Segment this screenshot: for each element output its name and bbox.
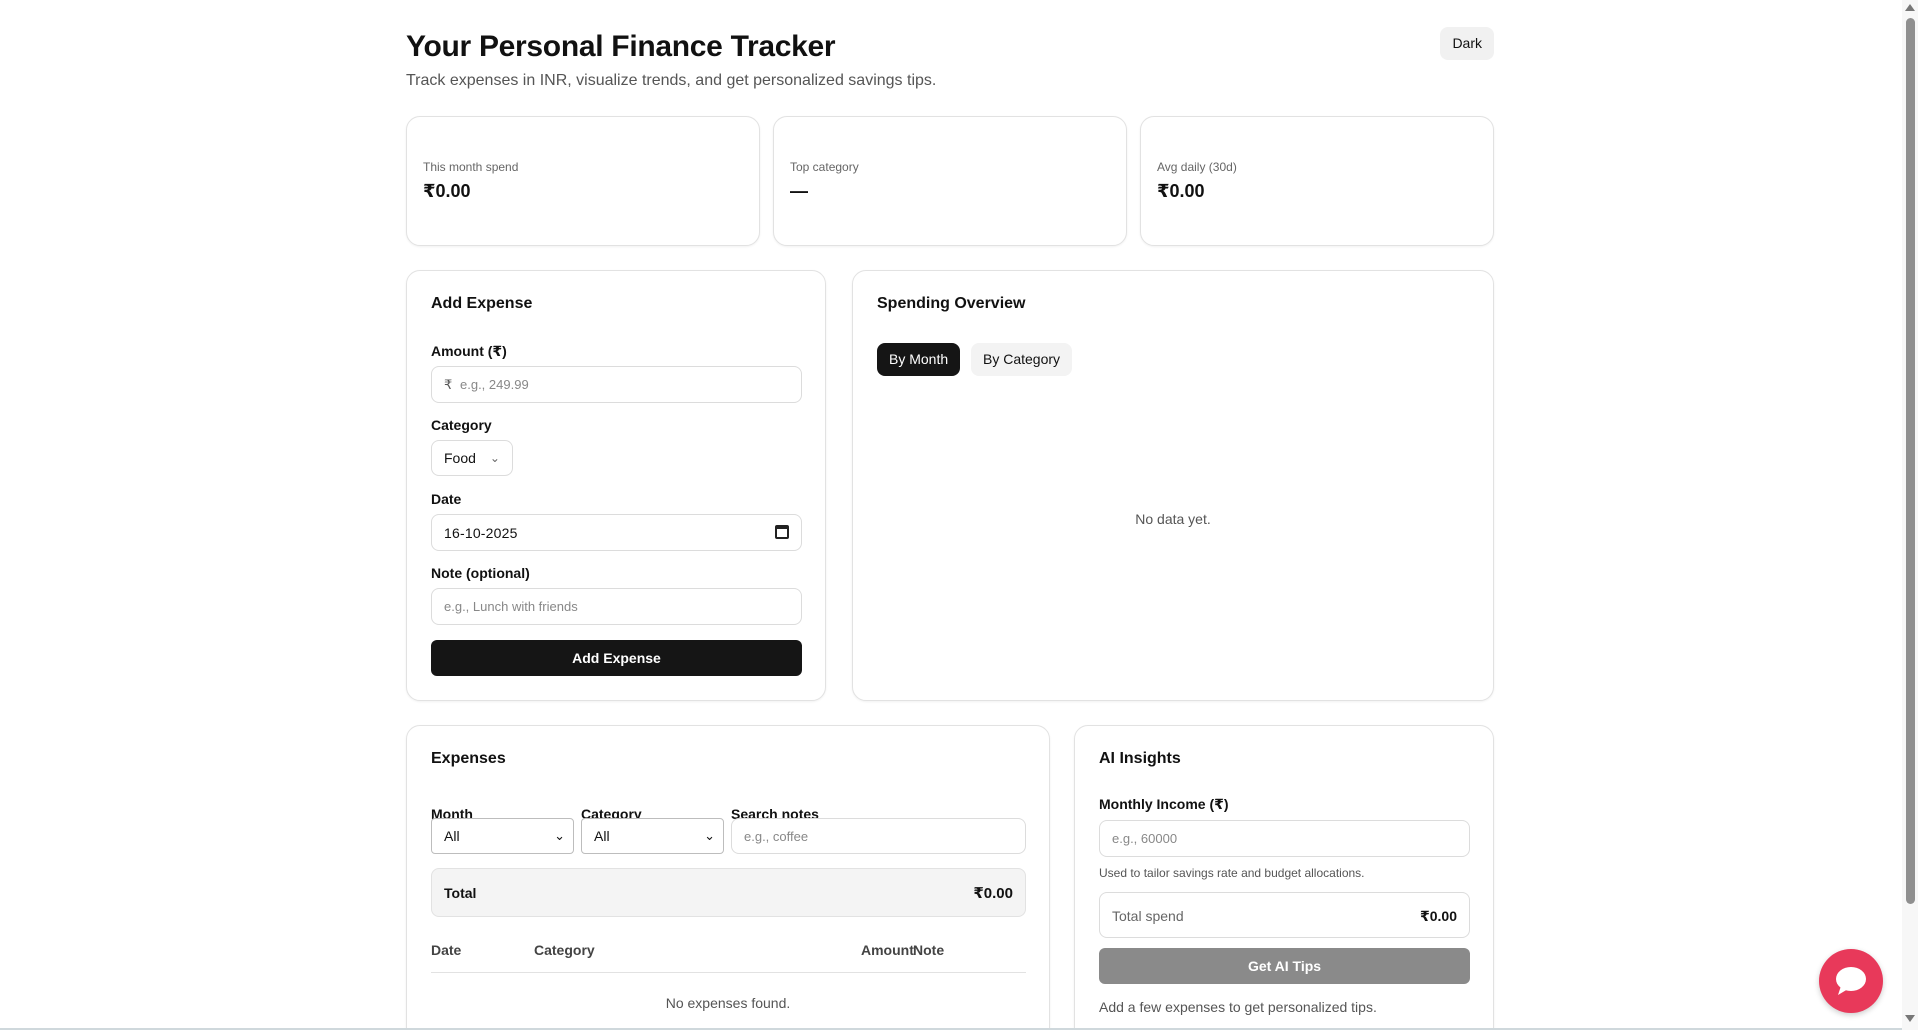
- column-header-amount[interactable]: Amount: [861, 942, 914, 958]
- expenses-empty-message: No expenses found.: [665, 995, 791, 1011]
- search-notes-input[interactable]: [731, 818, 1026, 854]
- add-expense-card: Add Expense Amount (₹) ₹ Category Food ⌄…: [406, 270, 826, 701]
- ai-insights-card: AI Insights Monthly Income (₹) Used to t…: [1074, 725, 1494, 1030]
- note-input[interactable]: [431, 588, 802, 625]
- scrollbar-thumb[interactable]: [1906, 18, 1915, 904]
- total-value: ₹0.00: [973, 885, 1013, 902]
- category-select-value: Food: [444, 450, 476, 466]
- ai-insights-empty-message: Add a few expenses to get personalized t…: [1099, 999, 1377, 1015]
- category-filter-select[interactable]: All ⌄: [581, 818, 724, 854]
- stat-value: ₹0.00: [1157, 181, 1205, 201]
- category-filter-value: All: [594, 828, 610, 844]
- stat-label: This month spend: [423, 160, 519, 174]
- vertical-scrollbar[interactable]: [1902, 0, 1918, 1030]
- expenses-card: Expenses Month All ⌄ Category All ⌄ Sear…: [406, 725, 1050, 1030]
- tab-by-category[interactable]: By Category: [971, 343, 1073, 376]
- dark-mode-toggle-button[interactable]: Dark: [1440, 27, 1494, 60]
- monthly-income-label: Monthly Income (₹): [1099, 796, 1229, 812]
- amount-label: Amount (₹): [431, 343, 507, 359]
- chevron-down-icon: ⌄: [704, 828, 715, 843]
- page-header: Your Personal Finance Tracker Track expe…: [406, 0, 1494, 116]
- date-label: Date: [431, 491, 462, 507]
- spending-overview-card: Spending Overview By Month By Category N…: [852, 270, 1494, 701]
- month-filter-select[interactable]: All ⌄: [431, 818, 574, 854]
- tab-by-month[interactable]: By Month: [877, 343, 961, 376]
- monthly-income-input[interactable]: [1099, 820, 1470, 857]
- stat-card-month-spend: This month spend ₹0.00: [406, 116, 760, 246]
- note-label: Note (optional): [431, 565, 530, 581]
- month-filter-value: All: [444, 828, 460, 844]
- total-spend-label: Total spend: [1112, 908, 1184, 924]
- column-header-date[interactable]: Date: [431, 942, 461, 958]
- stat-card-top-category: Top category —: [773, 116, 1127, 246]
- column-header-note[interactable]: Note: [913, 942, 944, 958]
- add-expense-title: Add Expense: [431, 295, 533, 312]
- scroll-down-arrow-icon[interactable]: [1905, 1015, 1915, 1022]
- add-expense-button[interactable]: Add Expense: [431, 640, 802, 676]
- page-subtitle: Track expenses in INR, visualize trends,…: [406, 72, 937, 89]
- ai-insights-title: AI Insights: [1099, 750, 1181, 767]
- total-label: Total: [444, 885, 477, 901]
- chevron-down-icon: ⌄: [489, 451, 500, 465]
- stat-value: ₹0.00: [423, 181, 471, 201]
- date-value: 16-10-2025: [444, 525, 518, 541]
- amount-field[interactable]: ₹: [431, 366, 802, 403]
- spending-overview-title: Spending Overview: [877, 295, 1026, 312]
- page-title: Your Personal Finance Tracker: [406, 30, 836, 63]
- finance-tracker-page: Your Personal Finance Tracker Track expe…: [406, 0, 1494, 1030]
- column-header-category[interactable]: Category: [534, 942, 595, 958]
- expenses-total-bar: Total ₹0.00: [431, 868, 1026, 917]
- stat-label: Top category: [790, 160, 859, 174]
- chat-button[interactable]: [1819, 949, 1883, 1013]
- rupee-prefix: ₹: [444, 377, 453, 392]
- stat-card-avg-daily: Avg daily (30d) ₹0.00: [1140, 116, 1494, 246]
- stat-label: Avg daily (30d): [1157, 160, 1237, 174]
- total-spend-box: Total spend ₹0.00: [1099, 892, 1470, 938]
- stat-value: —: [790, 181, 808, 201]
- calendar-icon[interactable]: [775, 525, 789, 539]
- get-ai-tips-button[interactable]: Get AI Tips: [1099, 948, 1470, 984]
- scroll-up-arrow-icon[interactable]: [1905, 4, 1915, 11]
- income-help-text: Used to tailor savings rate and budget a…: [1099, 866, 1365, 880]
- chart-empty-message: No data yet.: [1135, 511, 1211, 527]
- chat-bubble-icon: [1836, 967, 1866, 995]
- amount-input[interactable]: [460, 368, 790, 401]
- category-label: Category: [431, 417, 492, 433]
- date-input[interactable]: 16-10-2025: [431, 514, 802, 551]
- expenses-title: Expenses: [431, 750, 506, 767]
- total-spend-value: ₹0.00: [1420, 908, 1457, 924]
- chevron-down-icon: ⌄: [554, 828, 565, 843]
- table-header-divider: [431, 972, 1026, 973]
- category-select[interactable]: Food ⌄: [431, 440, 513, 476]
